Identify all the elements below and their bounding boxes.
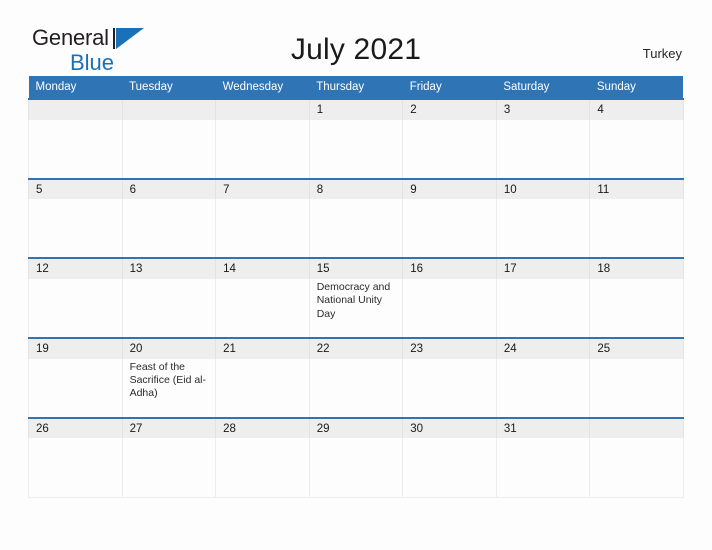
day-content-cell[interactable] bbox=[589, 438, 684, 498]
date-cell-number[interactable]: 15 bbox=[308, 257, 404, 279]
day-content-cell[interactable] bbox=[308, 199, 404, 259]
weekday-header-saturday: Saturday bbox=[496, 76, 590, 99]
date-cell-number[interactable]: 13 bbox=[121, 257, 217, 279]
day-content-cell[interactable] bbox=[308, 358, 404, 419]
week-4-date-row: 19 20 21 22 23 24 25 bbox=[28, 336, 684, 359]
date-cell-number[interactable] bbox=[589, 416, 684, 439]
date-cell-number[interactable]: 29 bbox=[308, 416, 404, 439]
date-cell-number[interactable]: 8 bbox=[308, 177, 404, 200]
event-holiday-label: Feast of the Sacrifice (Eid al-Adha) bbox=[129, 360, 207, 400]
country-label: Turkey bbox=[642, 46, 682, 61]
weekday-header-friday: Friday bbox=[402, 76, 497, 99]
day-content-cell[interactable] bbox=[589, 119, 684, 180]
weekday-header-thursday: Thursday bbox=[309, 76, 403, 99]
date-cell-number[interactable]: 4 bbox=[589, 98, 684, 120]
page-header: General Blue July 2021 Turkey bbox=[0, 0, 712, 76]
calendar-body: 1 2 3 4 5 6 7 8 9 10 11 12 13 14 15 16 1… bbox=[28, 98, 684, 498]
day-content-cell[interactable] bbox=[402, 119, 497, 180]
date-cell-number[interactable]: 18 bbox=[589, 257, 684, 279]
weekday-header-tuesday: Tuesday bbox=[122, 76, 216, 99]
day-content-cell[interactable] bbox=[402, 358, 497, 419]
day-content-cell[interactable] bbox=[589, 278, 684, 339]
day-content-cell[interactable] bbox=[495, 278, 591, 339]
calendar-header-row: Monday Tuesday Wednesday Thursday Friday… bbox=[28, 76, 684, 99]
day-content-cell[interactable] bbox=[495, 199, 591, 259]
day-content-cell[interactable] bbox=[28, 119, 123, 180]
day-content-cell[interactable] bbox=[121, 438, 217, 498]
weekday-header-sunday: Sunday bbox=[589, 76, 684, 99]
day-content-cell[interactable]: Feast of the Sacrifice (Eid al-Adha) bbox=[121, 358, 217, 419]
day-content-cell[interactable] bbox=[402, 278, 497, 339]
week-3-content-row: Democracy and National Unity Day bbox=[28, 278, 684, 339]
day-content-cell[interactable] bbox=[121, 119, 217, 180]
date-cell-number[interactable]: 16 bbox=[402, 257, 497, 279]
day-content-cell[interactable] bbox=[215, 358, 310, 419]
date-cell-number[interactable]: 25 bbox=[589, 336, 684, 359]
day-content-cell[interactable] bbox=[308, 119, 404, 180]
week-5-date-row: 26 27 28 29 30 31 bbox=[28, 416, 684, 439]
calendar-container: Monday Tuesday Wednesday Thursday Friday… bbox=[28, 76, 684, 498]
date-cell-number[interactable]: 24 bbox=[495, 336, 591, 359]
day-content-cell[interactable] bbox=[215, 438, 310, 498]
day-content-cell[interactable] bbox=[402, 438, 497, 498]
date-cell-number[interactable]: 11 bbox=[589, 177, 684, 200]
page-title: July 2021 bbox=[290, 33, 422, 66]
day-content-cell[interactable] bbox=[28, 358, 123, 419]
date-cell-number[interactable]: 10 bbox=[495, 177, 591, 200]
day-content-cell[interactable] bbox=[121, 199, 217, 259]
date-cell-number[interactable]: 23 bbox=[402, 336, 497, 359]
date-cell-number[interactable]: 2 bbox=[402, 98, 497, 120]
date-cell-number[interactable]: 21 bbox=[215, 336, 310, 359]
date-cell-number[interactable]: 26 bbox=[28, 416, 123, 439]
day-content-cell[interactable] bbox=[215, 278, 310, 339]
week-4-content-row: Feast of the Sacrifice (Eid al-Adha) bbox=[28, 358, 684, 419]
date-cell-number[interactable] bbox=[215, 98, 310, 120]
day-content-cell[interactable] bbox=[589, 358, 684, 419]
date-cell-number[interactable]: 17 bbox=[495, 257, 591, 279]
calendar-table: Monday Tuesday Wednesday Thursday Friday… bbox=[28, 76, 684, 498]
week-5-content-row bbox=[28, 438, 684, 498]
day-content-cell[interactable] bbox=[28, 438, 123, 498]
date-cell-number[interactable]: 12 bbox=[28, 257, 123, 279]
date-cell-number[interactable]: 31 bbox=[495, 416, 591, 439]
date-cell-number[interactable]: 5 bbox=[28, 177, 123, 200]
date-cell-number[interactable]: 7 bbox=[215, 177, 310, 200]
date-cell-number[interactable]: 3 bbox=[495, 98, 591, 120]
day-content-cell[interactable] bbox=[495, 358, 591, 419]
weekday-header-wednesday: Wednesday bbox=[215, 76, 310, 99]
event-holiday-label: Democracy and National Unity Day bbox=[316, 280, 391, 320]
date-cell-number[interactable]: 6 bbox=[121, 177, 217, 200]
day-content-cell[interactable] bbox=[28, 278, 123, 339]
date-cell-number[interactable]: 20 bbox=[121, 336, 217, 359]
week-1-content-row bbox=[28, 119, 684, 180]
day-content-cell[interactable]: Democracy and National Unity Day bbox=[308, 278, 404, 339]
date-cell-number[interactable]: 19 bbox=[28, 336, 123, 359]
day-content-cell[interactable] bbox=[28, 199, 123, 259]
day-content-cell[interactable] bbox=[402, 199, 497, 259]
week-3-date-row: 12 13 14 15 16 17 18 bbox=[28, 257, 684, 279]
weekday-header-monday: Monday bbox=[28, 76, 123, 99]
day-content-cell[interactable] bbox=[215, 119, 310, 180]
day-content-cell[interactable] bbox=[589, 199, 684, 259]
date-cell-number[interactable]: 14 bbox=[215, 257, 310, 279]
date-cell-number[interactable]: 27 bbox=[121, 416, 217, 439]
day-content-cell[interactable] bbox=[495, 438, 591, 498]
day-content-cell[interactable] bbox=[121, 278, 217, 339]
week-2-content-row bbox=[28, 199, 684, 259]
week-2-date-row: 5 6 7 8 9 10 11 bbox=[28, 177, 684, 200]
date-cell-number[interactable] bbox=[28, 98, 123, 120]
day-content-cell[interactable] bbox=[495, 119, 591, 180]
date-cell-number[interactable]: 22 bbox=[308, 336, 404, 359]
day-content-cell[interactable] bbox=[308, 438, 404, 498]
date-cell-number[interactable]: 30 bbox=[402, 416, 497, 439]
day-content-cell[interactable] bbox=[215, 199, 310, 259]
date-cell-number[interactable]: 9 bbox=[402, 177, 497, 200]
date-cell-number[interactable]: 28 bbox=[215, 416, 310, 439]
date-cell-number[interactable]: 1 bbox=[308, 98, 404, 120]
date-cell-number[interactable] bbox=[121, 98, 217, 120]
week-1-date-row: 1 2 3 4 bbox=[28, 98, 684, 120]
